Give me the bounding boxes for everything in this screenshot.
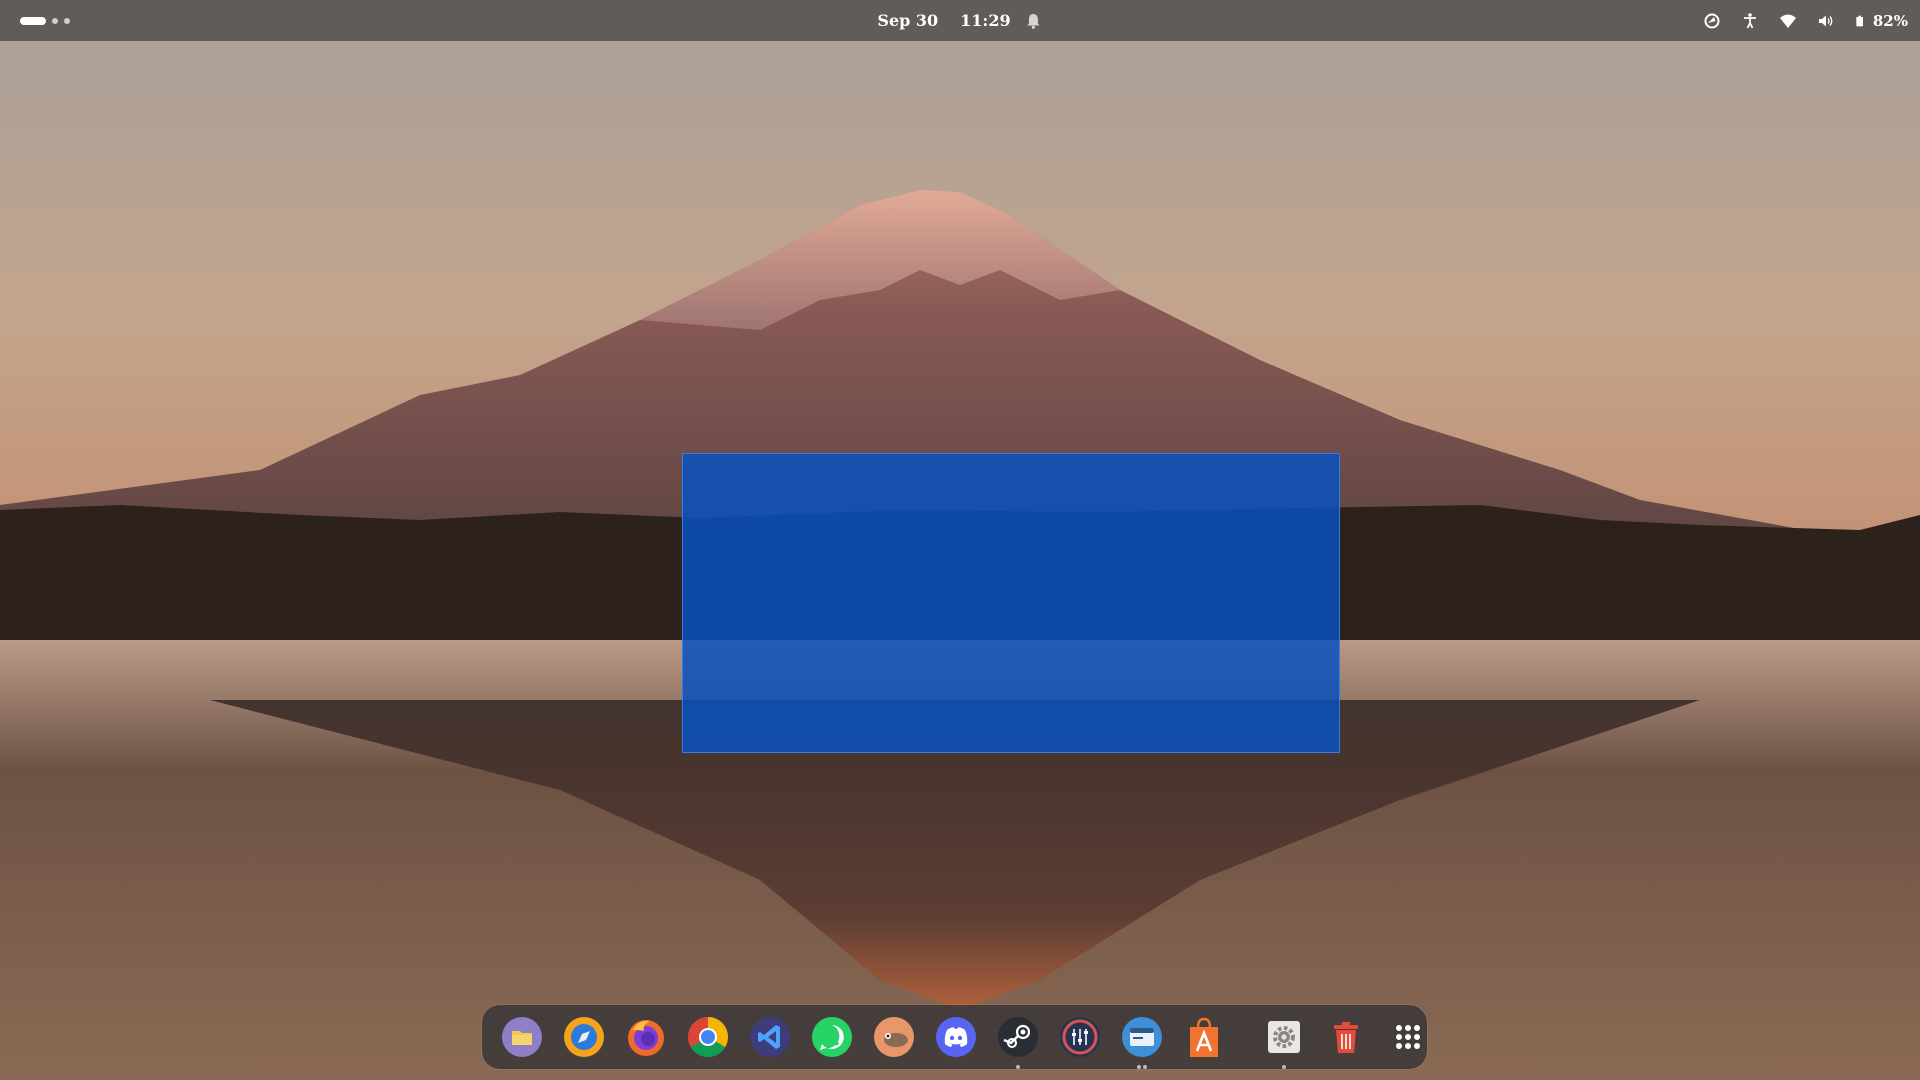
dock-item-steam[interactable] xyxy=(996,1015,1040,1069)
dock-item-app-store[interactable] xyxy=(1182,1015,1226,1059)
vscode-icon xyxy=(750,1017,790,1057)
screen-share-icon[interactable] xyxy=(1703,12,1721,30)
dock-item-trash[interactable] xyxy=(1324,1015,1368,1059)
activities-button[interactable] xyxy=(20,0,70,41)
dock-item-gimp[interactable] xyxy=(872,1015,916,1059)
running-indicator xyxy=(1143,1065,1147,1069)
workspace-indicator[interactable] xyxy=(52,17,58,24)
chrome-icon xyxy=(688,1017,728,1057)
whatsapp-icon xyxy=(812,1017,852,1057)
battery-status[interactable]: 82% xyxy=(1855,12,1908,30)
files-icon xyxy=(502,1017,542,1057)
dock-item-settings[interactable] xyxy=(1262,1015,1306,1069)
firefox-icon xyxy=(628,1020,664,1056)
clock-button[interactable]: Sep 30 11:29 xyxy=(877,0,1042,41)
dock-item-discord[interactable] xyxy=(934,1015,978,1059)
dock-item-window-manager[interactable] xyxy=(1120,1015,1164,1069)
show-apps-icon xyxy=(1396,1025,1420,1049)
running-indicator xyxy=(1016,1065,1020,1069)
accessibility-icon[interactable] xyxy=(1741,12,1759,30)
battery-icon xyxy=(1856,15,1863,26)
dock-item-mixer[interactable] xyxy=(1058,1015,1102,1059)
gimp-icon xyxy=(874,1017,914,1057)
top-bar: Sep 30 11:29 82% xyxy=(0,0,1920,41)
system-tray[interactable]: 82% xyxy=(1703,0,1908,41)
trash-icon xyxy=(1334,1022,1358,1053)
steam-icon xyxy=(998,1017,1038,1057)
dock-item-web-browser[interactable] xyxy=(562,1015,606,1059)
workspace-indicator[interactable] xyxy=(64,17,70,24)
clock-time: 11:29 xyxy=(960,11,1011,30)
dock xyxy=(482,1005,1427,1069)
dock-item-vscode[interactable] xyxy=(748,1015,792,1059)
mixer-icon xyxy=(1060,1017,1100,1057)
workspace-indicator-active[interactable] xyxy=(20,16,46,25)
dock-item-files[interactable] xyxy=(500,1015,544,1059)
running-indicator xyxy=(1282,1065,1286,1069)
web-browser-icon xyxy=(564,1017,604,1057)
dock-item-whatsapp[interactable] xyxy=(810,1015,854,1059)
dock-item-firefox[interactable] xyxy=(624,1015,668,1059)
screenshot-selection-area[interactable] xyxy=(682,453,1340,753)
running-indicator xyxy=(1137,1065,1141,1069)
app-store-icon xyxy=(1190,1017,1218,1057)
dock-item-chrome[interactable] xyxy=(686,1015,730,1059)
settings-icon xyxy=(1268,1021,1300,1053)
battery-percentage: 82% xyxy=(1872,11,1908,30)
wifi-icon[interactable] xyxy=(1779,12,1797,30)
desktop[interactable]: Sep 30 11:29 82% xyxy=(0,0,1920,1080)
discord-icon xyxy=(936,1017,976,1057)
dock-item-show-apps[interactable] xyxy=(1386,1015,1430,1059)
notification-bell-icon xyxy=(1027,13,1040,29)
window-manager-icon xyxy=(1122,1017,1162,1057)
clock-date: Sep 30 xyxy=(877,11,939,30)
volume-icon[interactable] xyxy=(1817,12,1835,30)
